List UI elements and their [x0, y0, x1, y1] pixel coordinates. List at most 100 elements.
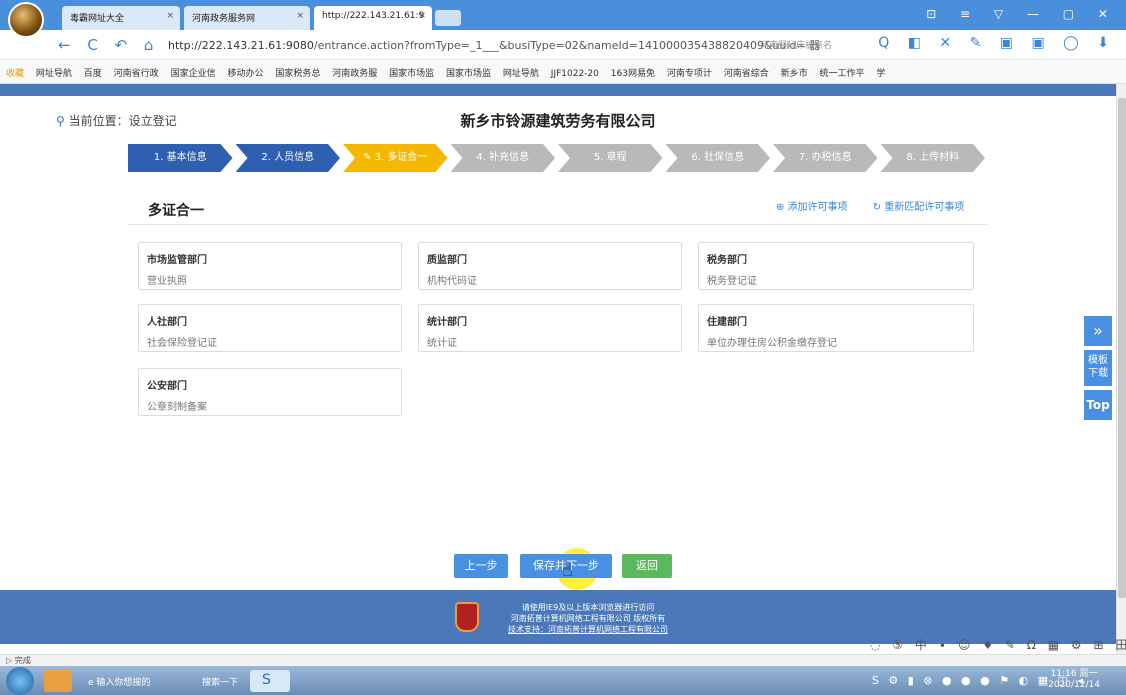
- browser-taskbar-icon[interactable]: S: [250, 670, 290, 692]
- bookmarks-bar: 收藏 网址导航 百度 河南省行政 国家企业信 移动办公 国家税务总 河南政务服 …: [0, 60, 1126, 84]
- card-cert: 机构代码证: [427, 276, 477, 287]
- expand-icon[interactable]: »: [1084, 316, 1112, 346]
- status-icon: ▷: [6, 656, 15, 665]
- bookmark-item[interactable]: 河南专项计: [667, 69, 712, 79]
- app-icon[interactable]: [44, 670, 72, 692]
- step-progress: 1. 基本信息 2. 人员信息 ✎ 3. 多证合一 4. 补充信息 5. 章程 …: [128, 144, 988, 172]
- new-tab-button[interactable]: [435, 10, 461, 26]
- step-multi-cert[interactable]: ✎ 3. 多证合一: [343, 144, 448, 172]
- card-dept: 质监部门: [427, 255, 467, 266]
- url-host: http://222.143.21.61:9080: [168, 39, 314, 52]
- bookmark-item[interactable]: 收藏: [6, 69, 24, 79]
- hand-cursor-icon: ☝: [562, 560, 573, 581]
- toolbar-icons[interactable]: Q ◧ ✕ ✎ ▣ ▣ ◯ ⬇: [878, 35, 1116, 51]
- back-button[interactable]: 返回: [622, 554, 672, 578]
- section-title: 多证合一: [148, 203, 204, 219]
- url-path: /entrance.action?fromType=_1___&busiType…: [313, 39, 821, 52]
- nav-buttons[interactable]: ← C ↶ ⌂: [58, 36, 159, 54]
- bookmark-item[interactable]: 163网易免: [611, 69, 655, 79]
- add-permit-button[interactable]: ⊕ 添加许可事项: [776, 202, 848, 213]
- page-header-banner: [0, 84, 1116, 96]
- clock-date: 2020/12/14: [1048, 680, 1100, 690]
- prev-step-button[interactable]: 上一步: [454, 554, 508, 578]
- rematch-permit-button[interactable]: ↻ 重新匹配许可事项: [873, 202, 965, 213]
- card-cert: 公章刻制备案: [147, 402, 207, 413]
- bookmark-item[interactable]: 新乡市: [781, 69, 808, 79]
- step-supplement-info[interactable]: 4. 补充信息: [451, 144, 556, 172]
- cert-card-police: 公安部门公章刻制备案: [138, 368, 402, 416]
- card-cert: 统计证: [427, 338, 457, 349]
- bookmark-item[interactable]: 河南省综合: [724, 69, 769, 79]
- bookmark-item[interactable]: 移动办公: [227, 69, 263, 79]
- bookmark-item[interactable]: 国家市场监: [389, 69, 434, 79]
- step-personnel-info[interactable]: 2. 人员信息: [236, 144, 341, 172]
- footer-link[interactable]: 技术支持：河南拓普计算机网络工程有限公司: [488, 624, 688, 635]
- bookmark-item[interactable]: 学: [876, 69, 885, 79]
- step-basic-info[interactable]: 1. 基本信息: [128, 144, 233, 172]
- side-tools: » 模板下载 Top: [1084, 316, 1112, 424]
- bookmark-item[interactable]: JJF1022-20: [551, 69, 599, 79]
- bookmark-item[interactable]: 河南省行政: [114, 69, 159, 79]
- taskbar-search[interactable]: e 输入你想搜的: [82, 670, 192, 692]
- tab-label: 毒霸网址大全: [70, 14, 125, 24]
- card-cert: 社会保险登记证: [147, 338, 217, 349]
- back-to-top-button[interactable]: Top: [1084, 390, 1112, 420]
- bookmark-item[interactable]: 网址导航: [503, 69, 539, 79]
- divider: [128, 224, 988, 225]
- address-bar: ← C ↶ ⌂ http://222.143.21.61:9080/entran…: [0, 30, 1126, 60]
- page-title: 新乡市铃源建筑劳务有限公司: [460, 112, 656, 130]
- card-dept: 人社部门: [147, 317, 187, 328]
- taskbar: e 输入你想搜的 搜索一下 S S ⚙ ▮ ⊗ ● ● ● ⚑ ◐ ▦ ◫ ◂ …: [0, 666, 1126, 695]
- ime-toolbar[interactable]: ◌ ⑤ 中 ∙ ☺ ♦ ✎ Ω ▦ ⚙ ⊞ 田 Q: [870, 636, 1126, 653]
- scrollbar-thumb[interactable]: [1118, 98, 1126, 598]
- pencil-icon: ✎: [363, 152, 375, 163]
- status-bar: ▷ 完成: [0, 654, 1126, 666]
- status-text: 完成: [14, 656, 31, 665]
- section-actions: ⊕ 添加许可事项 ↻ 重新匹配许可事项: [776, 198, 986, 213]
- browser-titlebar: 毒霸网址大全 × 河南政务服务网 × http://222.143.21.61:9 ×…: [0, 0, 1126, 30]
- card-cert: 营业执照: [147, 276, 187, 287]
- tab-1[interactable]: 河南政务服务网 ×: [184, 6, 310, 30]
- step-articles[interactable]: 5. 章程: [558, 144, 663, 172]
- tab-2[interactable]: http://222.143.21.61:9 ×: [314, 6, 432, 30]
- taskbar-search-label: 输入你想搜的: [96, 678, 151, 688]
- footer-line: 请使用IE9及以上版本浏览器进行访问: [521, 603, 655, 612]
- main-content: ⚲ 当前位置：设立登记 新乡市铃源建筑劳务有限公司 1. 基本信息 2. 人员信…: [0, 96, 1116, 590]
- tab-0[interactable]: 毒霸网址大全 ×: [62, 6, 180, 30]
- bookmark-item[interactable]: 国家税务总: [275, 69, 320, 79]
- card-cert: 单位办理住房公积金缴存登记: [707, 338, 837, 349]
- bookmark-item[interactable]: 统一工作平: [820, 69, 865, 79]
- search-input[interactable]: 河南婴儿床被点名: [760, 38, 832, 51]
- step-label: 3. 多证合一: [374, 152, 428, 163]
- close-icon[interactable]: ×: [418, 11, 426, 21]
- step-tax-info[interactable]: 7. 办税信息: [773, 144, 878, 172]
- card-dept: 市场监管部门: [147, 255, 207, 266]
- cert-card-market: 市场监管部门 营业执照: [138, 242, 402, 290]
- cert-card-hr: 人社部门社会保险登记证: [138, 304, 402, 352]
- close-icon[interactable]: ×: [296, 11, 304, 21]
- bookmark-item[interactable]: 国家市场监: [446, 69, 491, 79]
- bookmark-item[interactable]: 百度: [84, 69, 102, 79]
- tab-label: 河南政务服务网: [192, 14, 256, 24]
- card-dept: 住建部门: [707, 317, 747, 328]
- window-controls[interactable]: ⊡ ≡ ▽ — ▢ ✕: [926, 7, 1118, 21]
- cert-card-quality: 质监部门 机构代码证: [418, 242, 682, 290]
- close-icon[interactable]: ×: [166, 11, 174, 21]
- bookmark-item[interactable]: 国家企业信: [171, 69, 216, 79]
- card-dept: 公安部门: [147, 381, 187, 392]
- footer-text: 请使用IE9及以上版本浏览器进行访问 河南拓普计算机网络工程有限公司 版权所有 …: [488, 602, 688, 635]
- card-cert: 税务登记证: [707, 276, 757, 287]
- step-social-security[interactable]: 6. 社保信息: [666, 144, 771, 172]
- url-field[interactable]: http://222.143.21.61:9080/entrance.actio…: [168, 37, 820, 53]
- step-upload-materials[interactable]: 8. 上传材料: [881, 144, 986, 172]
- start-button[interactable]: [6, 667, 34, 695]
- cert-card-stats: 统计部门 统计证: [418, 304, 682, 352]
- browser-logo-icon: [8, 2, 44, 38]
- taskbar-search-button[interactable]: 搜索一下: [196, 670, 244, 692]
- template-download-button[interactable]: 模板下载: [1084, 350, 1112, 386]
- card-dept: 税务部门: [707, 255, 747, 266]
- bookmark-item[interactable]: 网址导航: [36, 69, 72, 79]
- clock[interactable]: 11:16 周一 2020/12/14: [1048, 669, 1100, 691]
- page-scrollbar[interactable]: [1116, 84, 1126, 654]
- bookmark-item[interactable]: 河南政务服: [332, 69, 377, 79]
